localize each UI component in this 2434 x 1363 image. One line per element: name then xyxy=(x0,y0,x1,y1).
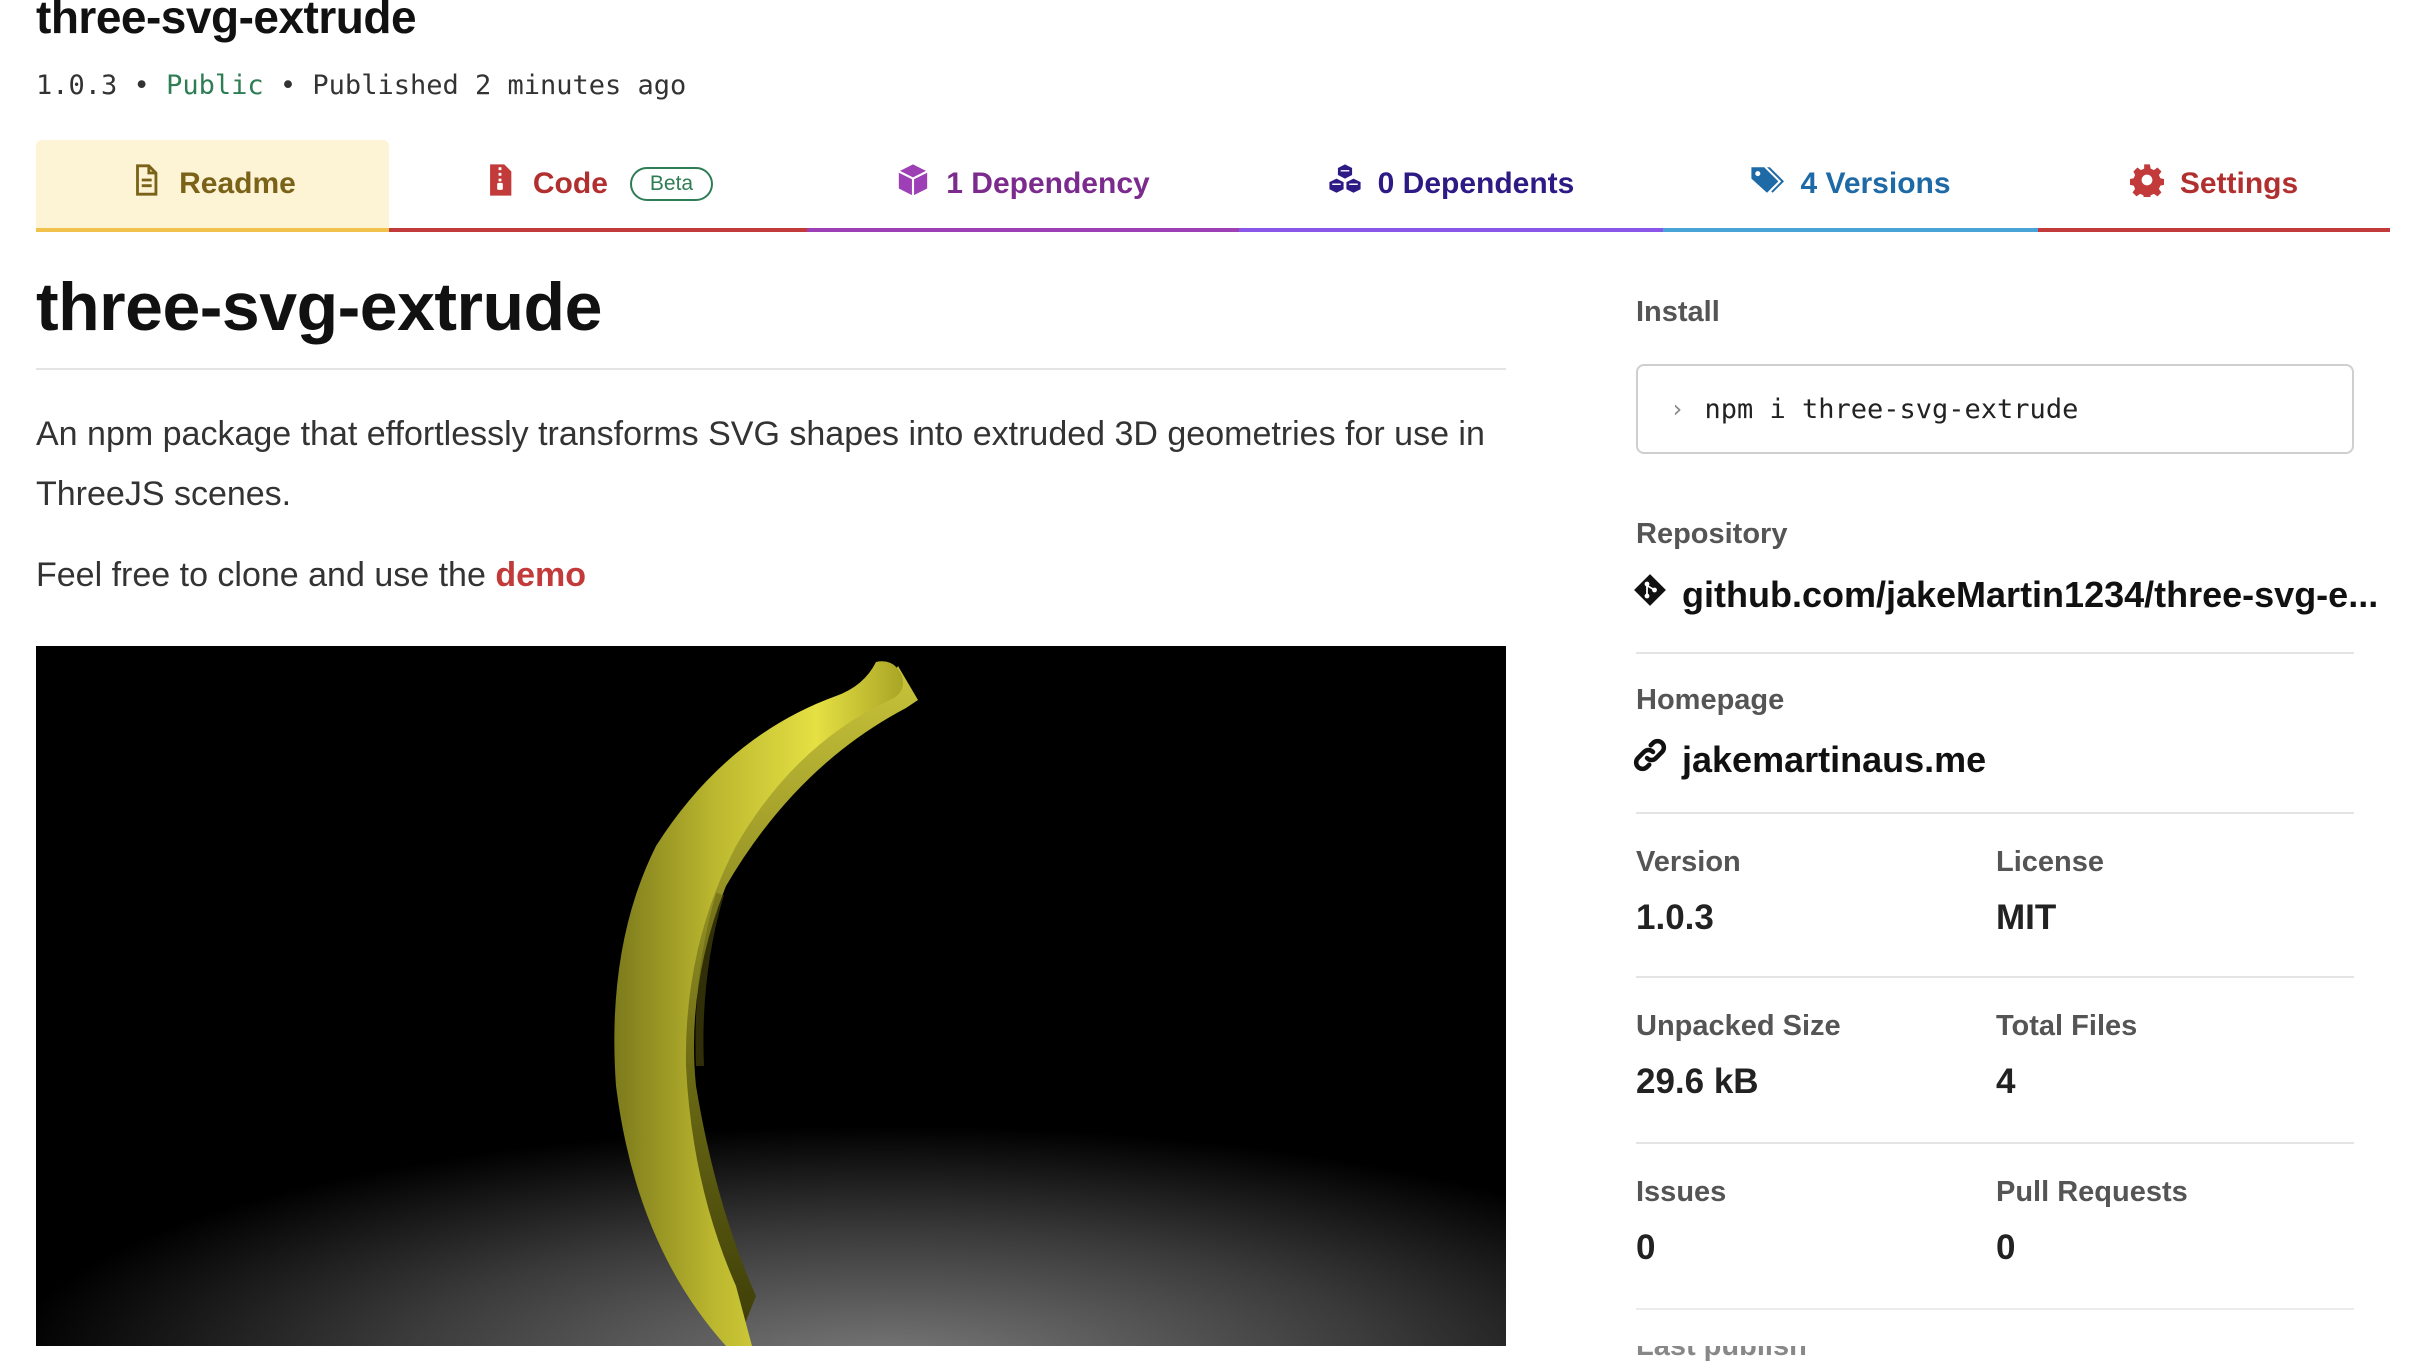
tab-dependents-label: 0 Dependents xyxy=(1377,167,1575,200)
install-label: Install xyxy=(1636,296,1720,328)
meta-separator: • xyxy=(279,70,297,101)
repository-link[interactable]: github.com/jakeMartin1234/three-svg-e... xyxy=(1632,572,2378,617)
homepage-url: jakemartinaus.me xyxy=(1682,738,1987,780)
pull-requests-label: Pull Requests xyxy=(1996,1176,2188,1208)
zip-file-icon xyxy=(483,163,517,205)
package-tabs: Readme Code Beta 1 Dependency 0 Dependen… xyxy=(36,140,2390,236)
divider xyxy=(1636,812,2354,814)
homepage-label: Homepage xyxy=(1636,684,1785,716)
scroll-fade xyxy=(1600,1300,2434,1346)
repository-url: github.com/jakeMartin1234/three-svg-e... xyxy=(1682,573,2379,615)
meta-separator: • xyxy=(133,70,150,101)
package-version: 1.0.3 xyxy=(36,70,118,101)
readme-heading: three-svg-extrude xyxy=(36,269,602,345)
repository-label: Repository xyxy=(1636,518,1788,550)
total-files-value: 4 xyxy=(1996,1062,2016,1101)
tab-readme[interactable]: Readme xyxy=(36,140,389,232)
tab-dependency[interactable]: 1 Dependency xyxy=(807,140,1239,232)
tab-versions-label: 4 Versions xyxy=(1800,167,1951,200)
unpacked-size-label: Unpacked Size xyxy=(1636,1010,1841,1042)
license-value: MIT xyxy=(1996,898,2057,937)
file-text-icon xyxy=(129,163,163,205)
divider xyxy=(1636,652,2354,654)
divider xyxy=(36,368,1506,370)
tab-settings[interactable]: Settings xyxy=(2038,140,2390,232)
link-icon xyxy=(1632,737,1668,782)
banana-render-image xyxy=(36,646,1506,1346)
tab-code[interactable]: Code Beta xyxy=(389,140,807,232)
total-files-label: Total Files xyxy=(1996,1010,2138,1042)
tab-versions[interactable]: 4 Versions xyxy=(1663,140,2038,232)
divider xyxy=(1636,1142,2354,1144)
divider xyxy=(1636,976,2354,978)
package-meta: 1.0.3 • Public • Published 2 minutes ago xyxy=(36,70,686,101)
pull-requests-value[interactable]: 0 xyxy=(1996,1228,2015,1268)
version-value: 1.0.3 xyxy=(1636,898,1714,937)
gear-icon xyxy=(2129,163,2165,205)
boxes-icon xyxy=(1328,163,1362,205)
tab-dependency-label: 1 Dependency xyxy=(946,167,1150,200)
unpacked-size-value: 29.6 kB xyxy=(1636,1062,1759,1101)
visibility-badge: Public xyxy=(166,70,264,101)
terminal-prompt-icon: › xyxy=(1670,395,1685,423)
demo-prefix-text: Feel free to clone and use the xyxy=(36,556,486,594)
tags-icon xyxy=(1750,163,1785,205)
readme-description: An npm package that effortlessly transfo… xyxy=(36,415,1485,513)
version-label: Version xyxy=(1636,846,1741,878)
published-time: Published 2 minutes ago xyxy=(312,70,687,101)
issues-value[interactable]: 0 xyxy=(1636,1228,1655,1268)
tab-settings-label: Settings xyxy=(2179,167,2299,200)
git-icon xyxy=(1632,572,1668,617)
tab-code-label: Code xyxy=(532,167,608,200)
issues-label: Issues xyxy=(1636,1176,1727,1208)
box-icon xyxy=(896,163,930,205)
demo-link[interactable]: demo xyxy=(495,556,586,594)
homepage-link[interactable]: jakemartinaus.me xyxy=(1632,737,1986,782)
beta-badge: Beta xyxy=(629,167,714,201)
package-title: three-svg-extrude xyxy=(36,0,417,43)
install-command-text: npm i three-svg-extrude xyxy=(1704,393,2079,425)
install-command[interactable]: › npm i three-svg-extrude xyxy=(1636,364,2354,454)
license-label: License xyxy=(1996,846,2104,878)
tab-dependents[interactable]: 0 Dependents xyxy=(1239,140,1663,232)
tab-readme-label: Readme xyxy=(179,167,296,200)
readme-demo-line: Feel free to clone and use the demo xyxy=(36,556,586,595)
